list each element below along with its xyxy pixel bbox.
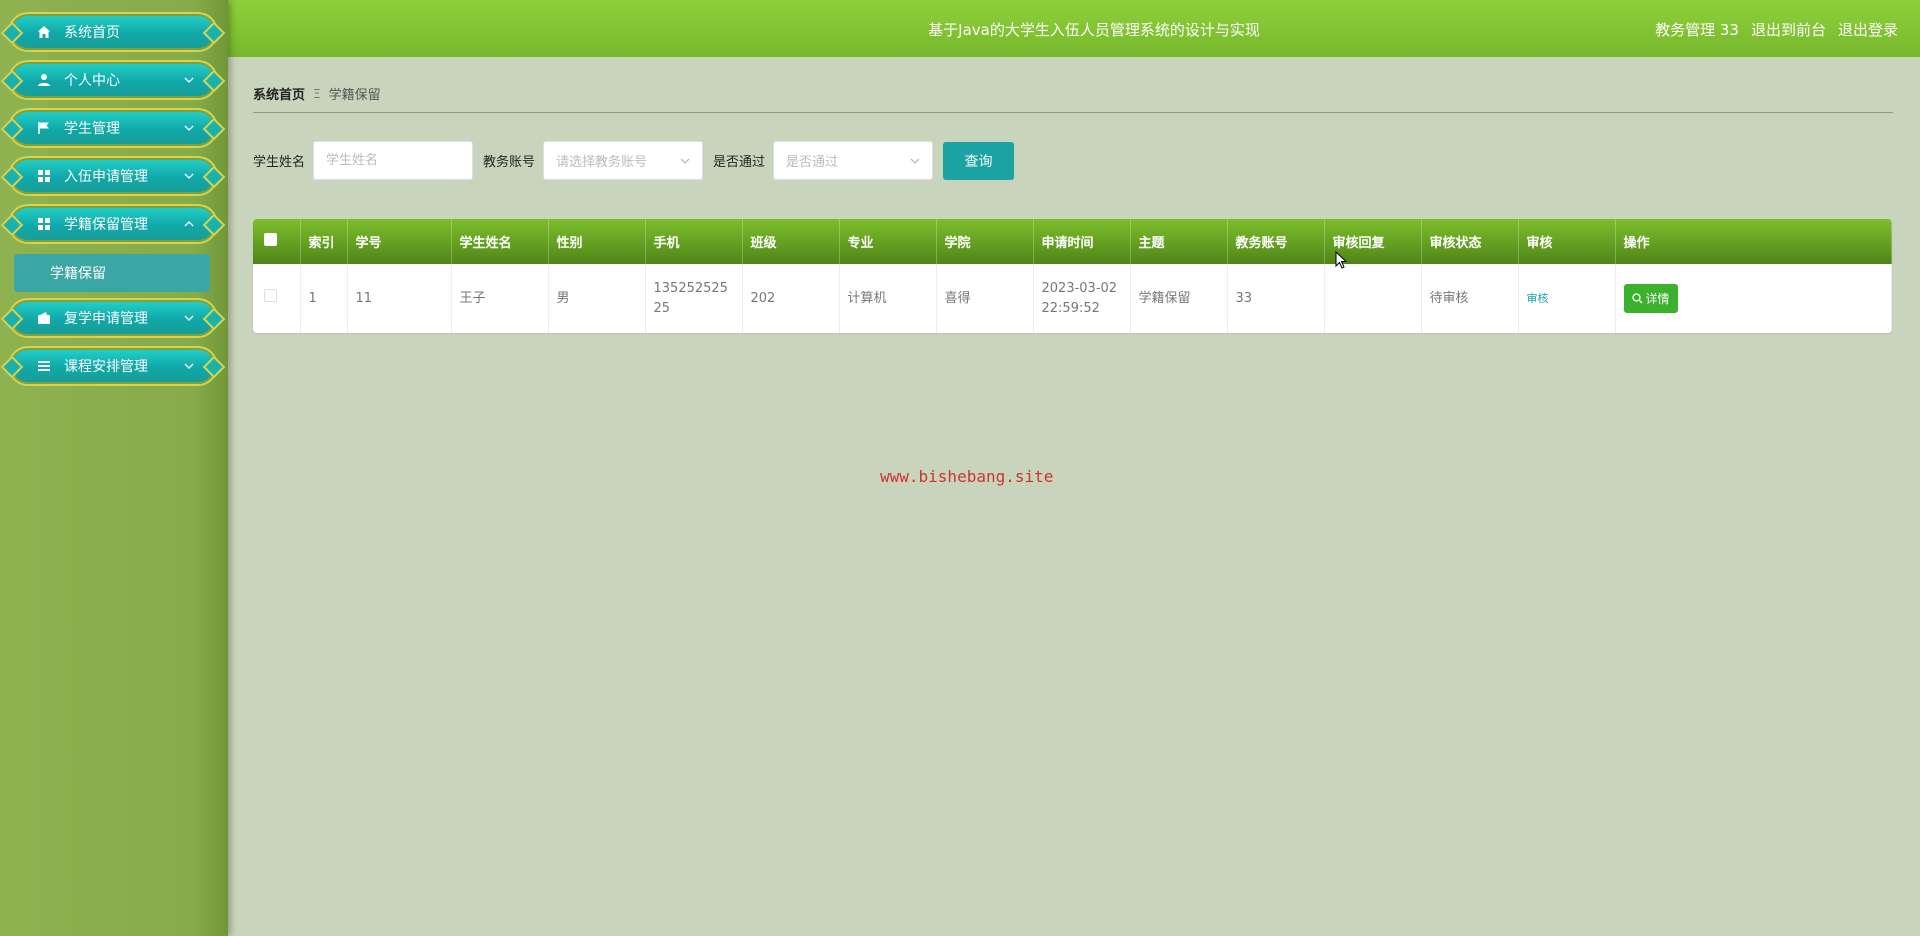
user-icon — [36, 72, 52, 88]
column-header: 学号 — [347, 219, 452, 264]
search-icon — [1631, 293, 1642, 304]
cell-reply — [1324, 264, 1422, 333]
column-header: 审核 — [1518, 219, 1616, 264]
breadcrumb-home[interactable]: 系统首页 — [253, 84, 305, 103]
mouse-cursor-icon — [1335, 250, 1348, 273]
cell-apply-time: 2023-03-02 22:59:52 — [1033, 264, 1131, 333]
column-header: 操作 — [1615, 219, 1892, 264]
breadcrumb-separator: Ξ — [313, 86, 321, 101]
current-user: 教务管理 33 — [1655, 21, 1739, 39]
divider — [253, 112, 1893, 113]
column-header: 申请时间 — [1033, 219, 1131, 264]
chevron-down-icon — [182, 169, 196, 183]
sidebar-item-status-retention[interactable]: 学籍保留管理 — [8, 204, 218, 244]
back-to-front-link[interactable]: 退出到前台 — [1751, 19, 1826, 40]
column-header: 班级 — [742, 219, 840, 264]
cell-college: 喜得 — [936, 264, 1034, 333]
column-header: 索引 — [300, 219, 348, 264]
chevron-down-icon — [182, 73, 196, 87]
pass-select[interactable]: 是否通过 — [773, 141, 934, 180]
cell-phone: 135252525 25 — [645, 264, 743, 333]
chevron-down-icon — [182, 359, 196, 373]
chevron-down-icon — [680, 153, 690, 168]
column-header: 主题 — [1130, 219, 1228, 264]
account-label: 教务账号 — [483, 155, 536, 170]
column-header: 教务账号 — [1227, 219, 1325, 264]
column-header: 审核状态 — [1421, 219, 1519, 264]
table-row: 1 11 王子 男 135252525 25 202 计算机 喜得 2023-0… — [253, 264, 1892, 333]
column-header: 学院 — [936, 219, 1034, 264]
query-button[interactable]: 查询 — [943, 141, 1015, 180]
chevron-down-icon — [182, 311, 196, 325]
apply-date: 2023-03-02 — [1041, 280, 1118, 296]
wallet-icon — [36, 310, 52, 326]
sidebar-item-resumption-application[interactable]: 复学申请管理 — [8, 298, 218, 338]
cell-topic: 学籍保留 — [1130, 264, 1228, 333]
sidebar: 系统首页 个人中心 学生管理 入伍申请管理 学籍保留管理 学籍保留 复学申请管理… — [0, 0, 228, 936]
top-header: 基于Java的大学生入伍人员管理系统的设计与实现 教务管理 33 退出到前台 退… — [228, 0, 1920, 57]
student-name-label: 学生姓名 — [253, 155, 306, 170]
select-all-cell — [253, 219, 301, 264]
sidebar-item-home[interactable]: 系统首页 — [8, 12, 218, 52]
pass-label: 是否通过 — [713, 155, 766, 170]
chevron-up-icon — [182, 217, 196, 231]
student-name-input[interactable] — [313, 141, 474, 180]
select-all-checkbox[interactable] — [264, 233, 277, 246]
cell-student-no: 11 — [347, 264, 452, 333]
cell-index: 1 — [300, 264, 348, 333]
cell-major: 计算机 — [839, 264, 937, 333]
breadcrumb: 系统首页 Ξ 学籍保留 — [253, 84, 381, 104]
cell-actions: 详情 — [1615, 264, 1892, 333]
column-header: 手机 — [645, 219, 743, 264]
chevron-down-icon — [182, 121, 196, 135]
phone-line: 25 — [653, 300, 671, 316]
detail-button[interactable]: 详情 — [1623, 284, 1678, 313]
sidebar-item-student-management[interactable]: 学生管理 — [8, 108, 218, 148]
logout-link[interactable]: 退出登录 — [1838, 19, 1898, 40]
data-table: 索引 学号 学生姓名 性别 手机 班级 专业 学院 申请时间 主题 教务账号 审… — [253, 219, 1892, 333]
column-header: 学生姓名 — [451, 219, 549, 264]
list-icon — [36, 358, 52, 374]
pass-select-placeholder: 是否通过 — [786, 155, 839, 170]
header-actions: 教务管理 33 退出到前台 退出登录 — [1655, 19, 1898, 40]
grid-icon — [36, 168, 52, 184]
cell-name: 王子 — [451, 264, 549, 333]
watermark: www.bishebang.site — [880, 467, 1054, 486]
cell-status: 待审核 — [1421, 264, 1519, 333]
sidebar-item-enlistment-application[interactable]: 入伍申请管理 — [8, 156, 218, 196]
cell-gender: 男 — [548, 264, 646, 333]
column-header: 专业 — [839, 219, 937, 264]
main-content: 系统首页 Ξ 学籍保留 学生姓名 教务账号 请选择教务账号 是否通过 是否通过 … — [228, 57, 1920, 936]
breadcrumb-current: 学籍保留 — [328, 88, 381, 103]
flag-icon — [36, 120, 52, 136]
cell-class: 202 — [742, 264, 840, 333]
audit-link[interactable]: 审核 — [1527, 292, 1549, 305]
home-icon — [36, 24, 52, 40]
account-select[interactable]: 请选择教务账号 — [543, 141, 704, 180]
sidebar-subitem-status-retention[interactable]: 学籍保留 — [14, 254, 210, 292]
table-header-row: 索引 学号 学生姓名 性别 手机 班级 专业 学院 申请时间 主题 教务账号 审… — [253, 219, 1892, 264]
cell-account: 33 — [1227, 264, 1325, 333]
sidebar-item-label: 系统首页 — [64, 25, 120, 41]
phone-line: 135252525 — [653, 280, 728, 296]
apply-time: 22:59:52 — [1041, 300, 1100, 316]
sidebar-item-course-schedule[interactable]: 课程安排管理 — [8, 346, 218, 386]
detail-button-label: 详情 — [1645, 292, 1670, 306]
grid-icon — [36, 216, 52, 232]
sidebar-item-personal-center[interactable]: 个人中心 — [8, 60, 218, 100]
row-checkbox[interactable] — [264, 288, 277, 302]
chevron-down-icon — [910, 153, 920, 168]
account-select-placeholder: 请选择教务账号 — [556, 155, 648, 170]
row-checkbox-cell — [253, 264, 301, 333]
column-header: 性别 — [548, 219, 646, 264]
search-filters: 学生姓名 教务账号 请选择教务账号 是否通过 是否通过 查询 — [253, 141, 1015, 180]
cell-audit: 审核 — [1518, 264, 1616, 333]
